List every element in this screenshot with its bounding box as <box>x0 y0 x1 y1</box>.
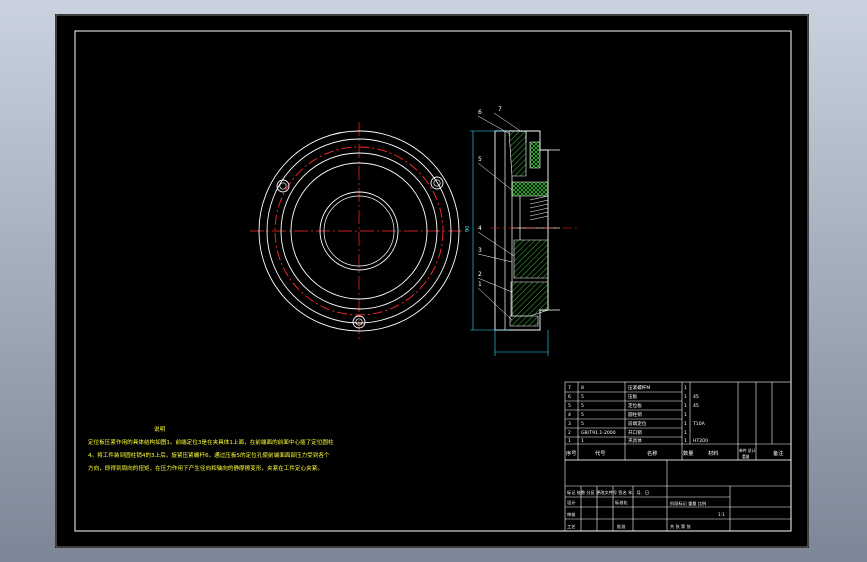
bom-code: GB/T91.1-2000 <box>581 430 616 436</box>
hatched-body-lower <box>510 281 549 317</box>
bom-code: 5 <box>581 403 584 409</box>
part-callout: 4 <box>478 225 482 232</box>
bom-no: 2 <box>568 430 571 436</box>
bom-no: 7 <box>568 385 571 391</box>
notes-title: 说明 <box>154 427 166 433</box>
bom-code: 1 <box>581 438 584 444</box>
part-callout: 2 <box>478 271 482 278</box>
bom-name: 压板 <box>628 393 638 400</box>
bom-name: 开口销 <box>628 429 642 436</box>
hatched-body-mid <box>513 239 549 279</box>
bom-code: 5 <box>581 421 584 427</box>
revision-row-label: 标记 处数 分区 更改文件号 签名 年、月、日 <box>567 489 649 496</box>
bom-qty: 1 <box>684 403 687 409</box>
bom-material: HT200 <box>693 438 708 444</box>
hatched-plate <box>511 181 549 197</box>
part-callout: 7 <box>498 106 502 113</box>
design-label: 设计 <box>567 499 575 506</box>
bom-no: 4 <box>568 412 571 418</box>
notes-body: 定位板压紧作用的具体结构如图1。前端定位3是在夹具体1上面，在前端面的前面中心插… <box>88 440 334 472</box>
bom-qty: 1 <box>684 430 687 436</box>
cad-drawing-sheet: 90 6 7 5 4 3 2 1 7 8 压紧螺杆M 1 6 5 压板 1 45… <box>55 14 809 548</box>
bom-qty: 1 <box>684 412 687 418</box>
header-code: 代号 <box>595 449 605 457</box>
bom-qty: 1 <box>684 385 687 391</box>
part-callout: 1 <box>478 281 482 288</box>
bom-name: 圆柱销 <box>628 411 642 418</box>
scale-value: 1:1 <box>718 512 725 517</box>
bom-code: 8 <box>581 385 584 391</box>
process-label: 工艺 <box>567 524 575 529</box>
standard-label: 标准化 <box>615 499 628 506</box>
bom-no: 3 <box>568 421 571 427</box>
sheet-count: 共 张 第 张 <box>670 523 692 530</box>
bom-material: 45 <box>693 403 699 409</box>
technical-notes: 说明 定位板压紧作用的具体结构如图1。前端定位3是在夹具体1上面，在前端面的前面… <box>88 424 334 476</box>
hatched-locator <box>529 141 541 169</box>
stage-columns-label: 阶段标记 重量 比例 <box>670 500 706 507</box>
header-material: 材料 <box>708 449 718 457</box>
header-unit-total: 单件 总计 <box>739 448 756 453</box>
header-qty: 数量 <box>683 449 693 457</box>
bom-material: T10A <box>692 421 706 427</box>
hatched-body-upper <box>508 130 527 177</box>
header-weight: 重量 <box>742 454 750 459</box>
header-no: 序号 <box>566 449 576 457</box>
bom-no: 5 <box>568 403 571 409</box>
bom-qty: 1 <box>684 394 687 400</box>
bom-material: 45 <box>693 394 699 400</box>
bom-code: 5 <box>581 412 584 418</box>
bom-no: 6 <box>568 394 571 400</box>
bom-no: 1 <box>568 438 571 444</box>
bom-name: 定位板 <box>628 402 642 409</box>
header-name: 名称 <box>647 449 657 457</box>
bom-code: 5 <box>581 394 584 400</box>
bom-qty: 1 <box>684 438 687 444</box>
part-callout: 5 <box>478 156 482 163</box>
bom-name: 压紧螺杆M <box>628 384 650 391</box>
dimension-label: 90 <box>465 226 471 232</box>
bom-qty: 1 <box>684 421 687 427</box>
approve-label: 批准 <box>617 523 625 530</box>
header-remark: 备注 <box>773 449 783 457</box>
part-callout: 6 <box>478 109 482 116</box>
part-callout: 3 <box>478 247 482 254</box>
hatched-bottom-nut <box>509 315 539 327</box>
bom-name: 前端定位 <box>628 420 647 427</box>
bom-name: 夹具体 <box>628 437 642 444</box>
review-label: 审核 <box>567 511 576 518</box>
